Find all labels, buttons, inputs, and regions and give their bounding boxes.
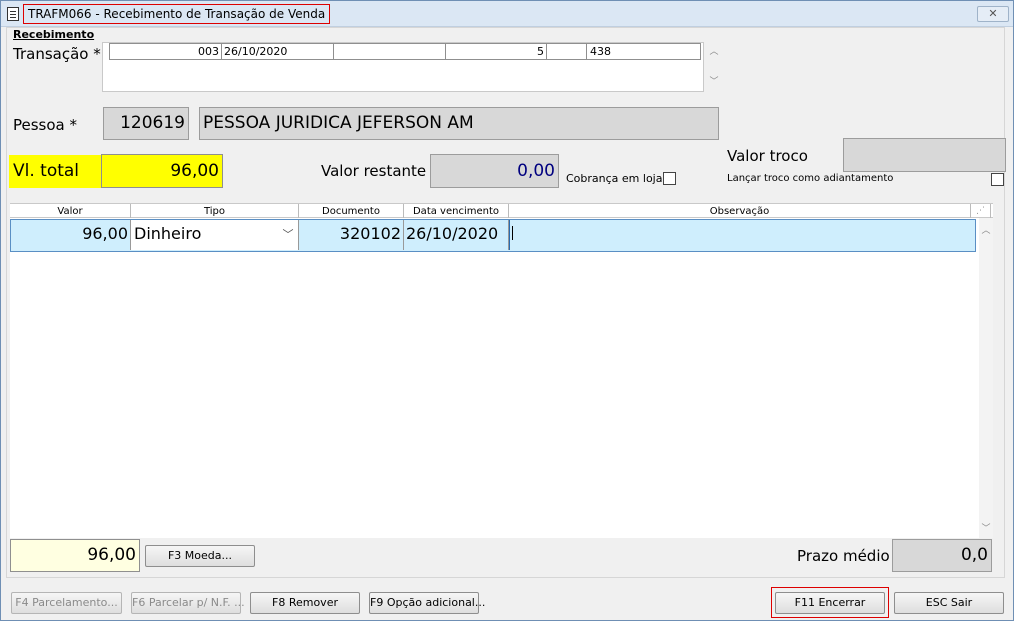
sair-button[interactable]: ESC Sair bbox=[894, 592, 1004, 614]
grid-vertical-scrollbar[interactable]: ︿ ﹀ bbox=[979, 218, 993, 538]
cobranca-em-loja-checkbox[interactable] bbox=[663, 172, 676, 185]
valor-restante-label: Valor restante bbox=[321, 162, 427, 180]
form-icon bbox=[7, 7, 19, 21]
vl-total-field[interactable]: 96,00 bbox=[101, 154, 223, 188]
pessoa-label: Pessoa * bbox=[13, 116, 78, 134]
transacao-codigo-field[interactable]: 438 bbox=[586, 43, 701, 60]
recebimento-group-label: Recebimento bbox=[13, 28, 95, 41]
transacao-blank-field[interactable] bbox=[333, 43, 446, 60]
column-resize-icon[interactable]: ⋰ bbox=[971, 204, 991, 219]
parcelamento-button[interactable]: F4 Parcelamento... bbox=[11, 592, 122, 614]
cell-data-vencimento[interactable]: 26/10/2020 bbox=[404, 220, 509, 250]
lancar-troco-checkbox[interactable] bbox=[991, 173, 1004, 186]
table-row[interactable]: 96,00 Dinheiro ﹀ 320102 26/10/2020 bbox=[10, 219, 976, 252]
close-button[interactable]: ✕ bbox=[977, 6, 1009, 22]
scroll-up-icon[interactable]: ︿ bbox=[979, 224, 993, 238]
lancar-troco-label: Lançar troco como adiantamento bbox=[727, 173, 894, 184]
encerrar-button[interactable]: F11 Encerrar bbox=[775, 592, 885, 614]
window-title: TRAFM066 - Recebimento de Transação de V… bbox=[23, 4, 331, 24]
scroll-down-icon[interactable]: ﹀ bbox=[979, 522, 993, 536]
valor-restante-field[interactable]: 0,00 bbox=[430, 154, 559, 188]
scroll-up-icon[interactable]: ︿ bbox=[707, 45, 721, 59]
title-bar: TRAFM066 - Recebimento de Transação de V… bbox=[1, 1, 1013, 27]
cell-valor[interactable]: 96,00 bbox=[11, 220, 131, 250]
cell-documento[interactable]: 320102 bbox=[299, 220, 404, 250]
prazo-medio-field[interactable]: 0,0 bbox=[892, 539, 992, 572]
transacao-seq-field[interactable]: 5 bbox=[445, 43, 547, 60]
cell-tipo-text: Dinheiro bbox=[134, 224, 202, 243]
pessoa-code-field[interactable]: 120619 bbox=[103, 107, 189, 140]
dropdown-arrow-icon[interactable]: ﹀ bbox=[279, 220, 297, 250]
cell-observacao[interactable] bbox=[509, 220, 975, 250]
grid-header: Valor Tipo Documento Data vencimento Obs… bbox=[10, 203, 993, 219]
transacao-empresa-field[interactable]: 003 bbox=[109, 43, 222, 60]
transacao-label: Transação * bbox=[13, 45, 101, 63]
opcao-adicional-button[interactable]: F9 Opção adicional... bbox=[369, 592, 485, 614]
form-content: Recebimento Transação * 003 26/10/2020 5… bbox=[6, 27, 1006, 578]
grid-body: 96,00 Dinheiro ﹀ 320102 26/10/2020 ︿ ﹀ bbox=[10, 218, 993, 538]
remover-button[interactable]: F8 Remover bbox=[250, 592, 360, 614]
transacao-panel: 003 26/10/2020 5 96,00 438 ︿ ﹀ bbox=[102, 42, 719, 92]
main-window: TRAFM066 - Recebimento de Transação de V… bbox=[0, 0, 1014, 621]
parcelar-nf-button[interactable]: F6 Parcelar p/ N.F. ... bbox=[131, 592, 245, 614]
text-cursor bbox=[512, 226, 513, 240]
valor-troco-field[interactable] bbox=[843, 138, 1006, 172]
moeda-button[interactable]: F3 Moeda... bbox=[145, 545, 255, 567]
cobranca-em-loja-label: Cobrança em loja bbox=[566, 172, 663, 185]
pessoa-name-field[interactable]: PESSOA JURIDICA JEFERSON AM bbox=[199, 107, 719, 140]
scroll-down-icon[interactable]: ﹀ bbox=[707, 75, 721, 89]
column-header-valor[interactable]: Valor bbox=[10, 204, 131, 219]
column-header-data-vencimento[interactable]: Data vencimento bbox=[404, 204, 509, 219]
cell-tipo[interactable]: Dinheiro ﹀ bbox=[131, 220, 299, 250]
column-header-observacao[interactable]: Observação bbox=[509, 204, 971, 219]
prazo-medio-label: Prazo médio bbox=[797, 547, 890, 565]
column-header-tipo[interactable]: Tipo bbox=[131, 204, 299, 219]
transacao-data-field[interactable]: 26/10/2020 bbox=[221, 43, 334, 60]
vl-total-label: Vl. total bbox=[9, 155, 101, 188]
column-header-documento[interactable]: Documento bbox=[299, 204, 404, 219]
valor-troco-label: Valor troco bbox=[727, 147, 808, 165]
footer-total-field[interactable]: 96,00 bbox=[10, 539, 140, 572]
